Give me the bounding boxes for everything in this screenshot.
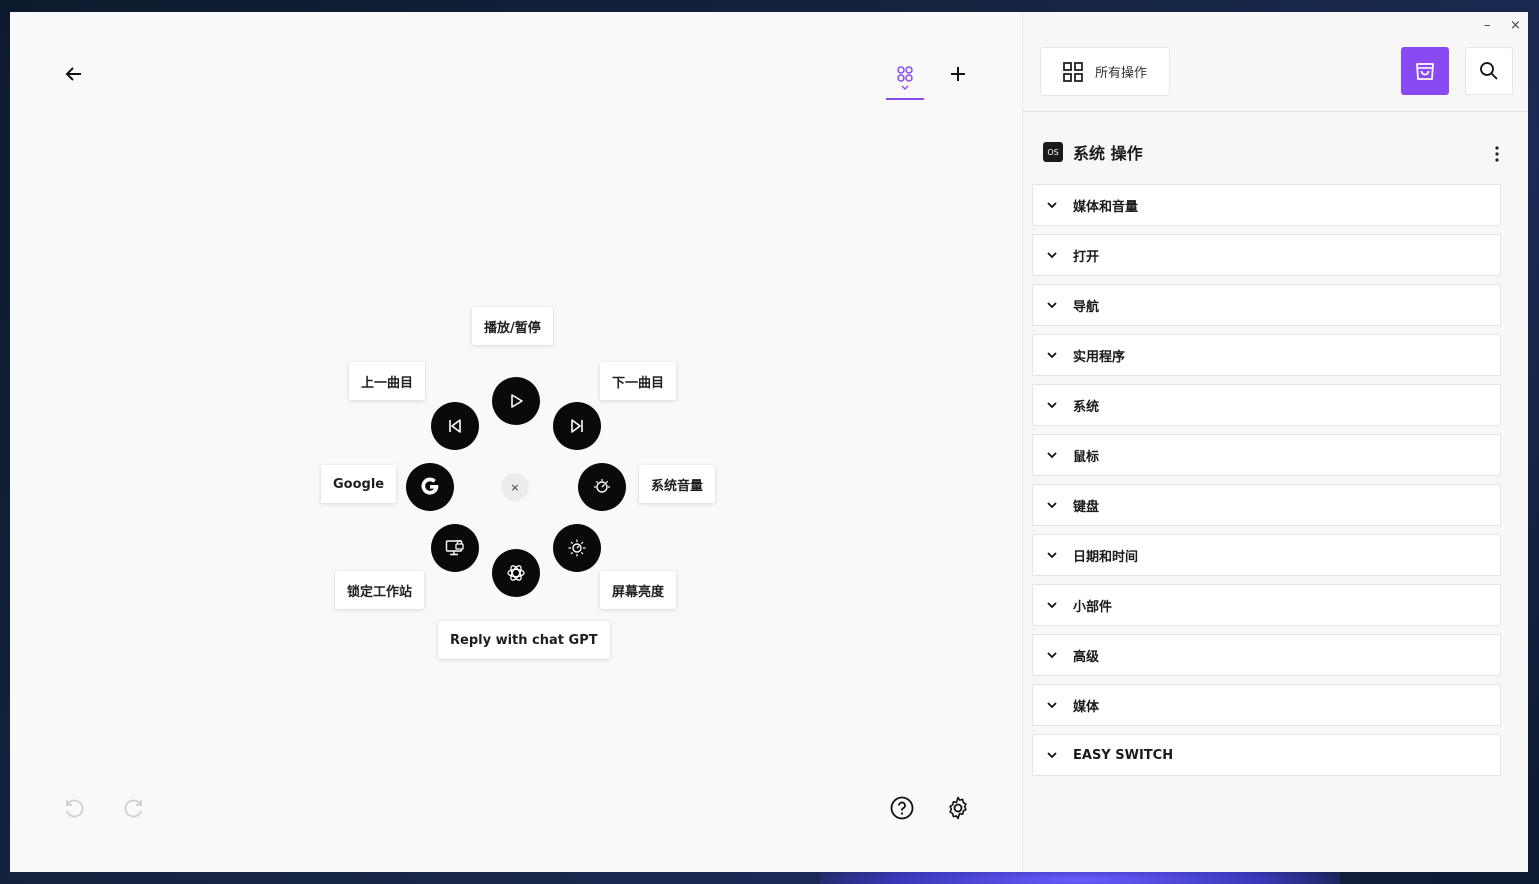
- category-label: 媒体: [1073, 699, 1100, 715]
- section-header: OS 系统 操作: [1043, 140, 1143, 164]
- help-button[interactable]: [886, 792, 918, 824]
- category-label: 鼠标: [1073, 449, 1100, 465]
- label-system-volume[interactable]: 系统音量: [639, 465, 716, 503]
- app-window: 播放/暂停 上一曲目 下一曲目 Google × 系统音量 锁定工作站 屏幕亮度: [10, 12, 1528, 872]
- radial-editor-canvas: 播放/暂停 上一曲目 下一曲目 Google × 系统音量 锁定工作站 屏幕亮度: [10, 12, 1022, 872]
- chevron-down-icon: [1047, 551, 1057, 558]
- chevron-down-icon: [1047, 451, 1057, 458]
- lock-screen-icon: [445, 539, 464, 556]
- os-badge: OS: [1043, 142, 1063, 162]
- plus-icon: [951, 67, 965, 81]
- help-icon: [890, 796, 914, 820]
- category-widgets[interactable]: 小部件: [1032, 584, 1501, 626]
- volume-dial-icon: [594, 479, 610, 493]
- node-prev-track[interactable]: [431, 402, 479, 450]
- close-radial-button[interactable]: ×: [501, 473, 529, 501]
- undo-button[interactable]: [58, 792, 90, 824]
- store-button[interactable]: [1401, 47, 1449, 95]
- all-actions-label: 所有操作: [1095, 66, 1148, 81]
- back-button[interactable]: [58, 58, 90, 90]
- chevron-down-icon: [1047, 201, 1057, 208]
- label-reply-chatgpt[interactable]: Reply with chat GPT: [438, 621, 610, 659]
- chevron-down-icon: [901, 85, 909, 90]
- google-icon: [421, 477, 439, 495]
- panel-toolbar: – × 所有操作: [1023, 12, 1528, 112]
- chevron-down-icon: [1047, 401, 1057, 408]
- chevron-down-icon: [1047, 701, 1057, 708]
- chevron-down-icon: [1047, 601, 1057, 608]
- label-lock-workstation[interactable]: 锁定工作站: [335, 571, 425, 609]
- category-label: 打开: [1073, 249, 1100, 265]
- grid-icon: [1063, 61, 1083, 82]
- store-icon: [1416, 63, 1434, 80]
- close-window-button[interactable]: ×: [1510, 18, 1521, 33]
- category-label: 导航: [1073, 299, 1100, 315]
- node-reply-chatgpt[interactable]: [492, 549, 540, 597]
- tab-radial-layout[interactable]: [886, 58, 924, 100]
- openai-icon: [507, 565, 525, 581]
- node-system-volume[interactable]: [578, 463, 626, 511]
- section-title: 系统 操作: [1073, 144, 1143, 163]
- category-label: 高级: [1073, 649, 1100, 665]
- chevron-down-icon: [1047, 301, 1057, 308]
- node-next-track[interactable]: [553, 402, 601, 450]
- redo-button[interactable]: [118, 792, 150, 824]
- search-button[interactable]: [1465, 47, 1513, 95]
- node-play-pause[interactable]: [492, 377, 540, 425]
- actions-panel: – × 所有操作 OS 系统 操作 媒体和音量 打开 导航 实用程序 系统 鼠标…: [1022, 12, 1528, 872]
- redo-icon: [124, 799, 142, 818]
- skip-next-icon: [571, 419, 583, 433]
- minimize-button[interactable]: –: [1484, 18, 1491, 33]
- kebab-icon: [1495, 146, 1499, 162]
- category-navigation[interactable]: 导航: [1032, 284, 1501, 326]
- chevron-down-icon: [1047, 251, 1057, 258]
- gear-icon: [949, 796, 967, 820]
- grid-icon: [897, 66, 913, 82]
- skip-previous-icon: [449, 419, 461, 433]
- undo-icon: [66, 799, 84, 818]
- chevron-down-icon: [1047, 751, 1057, 758]
- label-google[interactable]: Google: [321, 465, 397, 503]
- node-google[interactable]: [406, 463, 454, 511]
- label-screen-brightness[interactable]: 屏幕亮度: [600, 571, 677, 609]
- label-prev-track[interactable]: 上一曲目: [349, 362, 426, 400]
- category-advanced[interactable]: 高级: [1032, 634, 1501, 676]
- category-system[interactable]: 系统: [1032, 384, 1501, 426]
- category-label: 日期和时间: [1073, 549, 1139, 565]
- category-label: EASY SWITCH: [1073, 747, 1174, 763]
- category-open[interactable]: 打开: [1032, 234, 1501, 276]
- category-media[interactable]: 媒体: [1032, 684, 1501, 726]
- chevron-down-icon: [1047, 651, 1057, 658]
- category-mouse[interactable]: 鼠标: [1032, 434, 1501, 476]
- settings-button[interactable]: [942, 792, 974, 824]
- play-icon: [511, 394, 523, 408]
- add-button[interactable]: [942, 58, 974, 90]
- section-menu-button[interactable]: [1485, 142, 1509, 166]
- category-label: 媒体和音量: [1073, 199, 1139, 215]
- category-label: 小部件: [1073, 599, 1113, 615]
- category-label: 系统: [1073, 399, 1100, 415]
- chevron-down-icon: [1047, 351, 1057, 358]
- chevron-down-icon: [1047, 501, 1057, 508]
- label-play-pause[interactable]: 播放/暂停: [472, 307, 553, 345]
- category-media-volume[interactable]: 媒体和音量: [1032, 184, 1501, 226]
- brightness-icon: [568, 539, 586, 557]
- label-next-track[interactable]: 下一曲目: [600, 362, 677, 400]
- category-utilities[interactable]: 实用程序: [1032, 334, 1501, 376]
- category-date-time[interactable]: 日期和时间: [1032, 534, 1501, 576]
- node-lock-workstation[interactable]: [431, 524, 479, 572]
- back-arrow-icon: [65, 67, 81, 81]
- category-keyboard[interactable]: 键盘: [1032, 484, 1501, 526]
- all-actions-button[interactable]: 所有操作: [1040, 47, 1170, 96]
- category-list: 媒体和音量 打开 导航 实用程序 系统 鼠标 键盘 日期和时间 小部件 高级 媒…: [1032, 184, 1501, 784]
- search-icon: [1480, 62, 1498, 80]
- node-screen-brightness[interactable]: [553, 524, 601, 572]
- category-label: 实用程序: [1073, 349, 1126, 365]
- category-label: 键盘: [1073, 499, 1100, 515]
- category-easy-switch[interactable]: EASY SWITCH: [1032, 734, 1501, 776]
